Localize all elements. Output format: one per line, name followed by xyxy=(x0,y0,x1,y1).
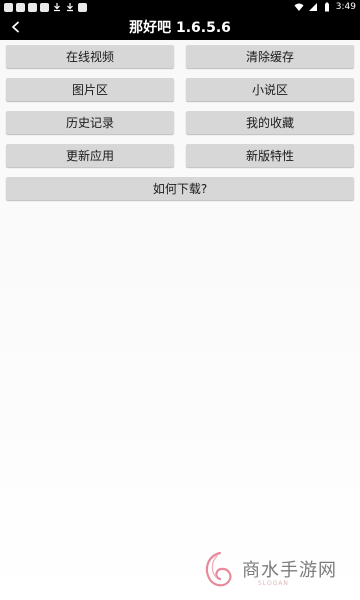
clear-cache-button[interactable]: 清除缓存 xyxy=(186,45,354,68)
online-video-button[interactable]: 在线视频 xyxy=(6,45,174,68)
back-arrow-icon xyxy=(12,21,19,33)
status-time: 3:49 xyxy=(335,2,356,12)
history-button[interactable]: 历史记录 xyxy=(6,111,174,134)
novels-button[interactable]: 小说区 xyxy=(186,78,354,101)
how-to-download-button[interactable]: 如何下载? xyxy=(6,177,354,200)
title-bar: 那好吧 1.6.5.6 xyxy=(0,14,360,40)
notification-app-icon xyxy=(78,2,87,12)
favorites-button[interactable]: 我的收藏 xyxy=(186,111,354,134)
new-features-button[interactable]: 新版特性 xyxy=(186,144,354,167)
watermark: 商水手游网 SLOGAN xyxy=(188,550,338,590)
signal-icon xyxy=(308,3,317,11)
notification-icons xyxy=(4,2,87,12)
notification-app-icon xyxy=(16,2,25,12)
download-icon xyxy=(67,3,73,12)
notification-app-icon xyxy=(40,2,49,12)
watermark-logo-icon xyxy=(205,551,232,587)
notification-app-icon xyxy=(4,2,13,12)
watermark-text: 商水手游网 xyxy=(242,560,337,581)
update-app-button[interactable]: 更新应用 xyxy=(6,144,174,167)
system-status: 3:49 xyxy=(294,1,356,13)
notification-app-icon xyxy=(28,2,37,12)
watermark-slogan: SLOGAN xyxy=(258,580,289,587)
page-title: 那好吧 1.6.5.6 xyxy=(129,20,231,36)
back-button[interactable] xyxy=(6,17,26,37)
download-icon xyxy=(54,3,60,12)
wifi-icon xyxy=(294,3,304,11)
images-button[interactable]: 图片区 xyxy=(6,78,174,101)
status-bar: 3:49 xyxy=(0,0,360,14)
battery-icon xyxy=(324,2,329,12)
